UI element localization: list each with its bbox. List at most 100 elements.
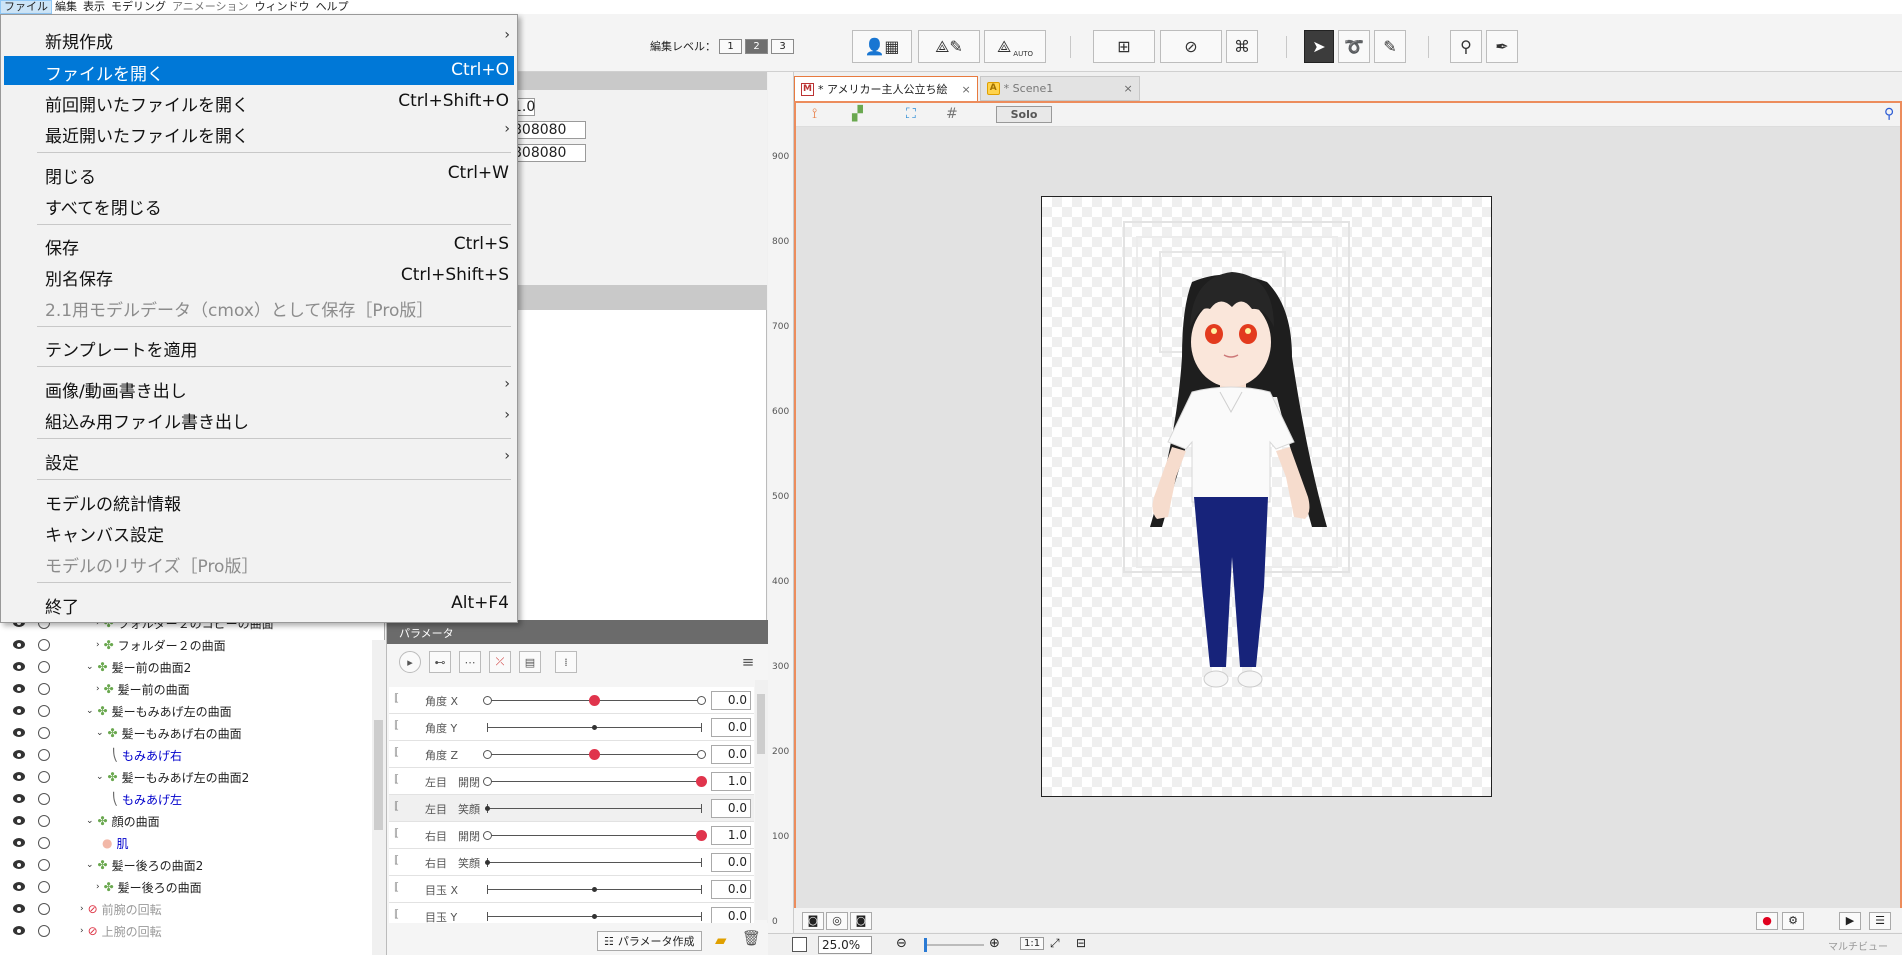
parameter-slider-thumb[interactable] xyxy=(696,776,707,787)
lock-toggle-icon[interactable] xyxy=(38,903,50,915)
tree-scrollbar[interactable] xyxy=(372,640,385,955)
lock-toggle-icon[interactable] xyxy=(38,749,50,761)
key-link-icon[interactable]: ⟦ xyxy=(394,747,399,758)
key-link-icon[interactable]: ⟦ xyxy=(394,801,399,812)
lock-toggle-icon[interactable] xyxy=(38,859,50,871)
inspector-color-field-1[interactable]: 808080 xyxy=(510,121,586,139)
lock-toggle-icon[interactable] xyxy=(38,639,50,651)
menu-item-close[interactable]: 閉じる Ctrl+W xyxy=(4,159,514,188)
menu-item-save-as[interactable]: 別名保存 Ctrl+Shift+S xyxy=(4,261,514,290)
fit-icon[interactable]: ⤢ xyxy=(1050,936,1060,951)
key-point[interactable] xyxy=(483,696,492,705)
parameter-slider-track[interactable] xyxy=(487,862,701,863)
tree-row[interactable]: ⌄ ✤ 髪ー後ろの曲面2 xyxy=(0,854,384,876)
mesh-edit-button[interactable]: ⟁✎ xyxy=(918,30,980,63)
tree-row[interactable]: ⌄ ✤ 髪ー前の曲面2 xyxy=(0,656,384,678)
deformer-path-icon[interactable]: ⟟ xyxy=(812,106,817,122)
deformer-button[interactable]: 👤 ▦ xyxy=(852,30,912,63)
blend-icon[interactable]: ⁞ xyxy=(555,651,577,673)
list-icon[interactable]: ☰ xyxy=(1869,912,1891,930)
eye-icon[interactable] xyxy=(13,728,25,737)
lock-toggle-icon[interactable] xyxy=(38,793,50,805)
menu-file[interactable]: ファイル xyxy=(0,0,52,14)
expand-toggle-icon[interactable]: ⌄ xyxy=(86,706,94,716)
eye-icon[interactable] xyxy=(13,640,25,649)
menu-help[interactable]: ヘルプ xyxy=(313,0,352,14)
camera-record-icon[interactable]: ◎ xyxy=(826,912,848,930)
menu-item-apply-template[interactable]: テンプレートを適用 xyxy=(4,332,514,361)
expand-toggle-icon[interactable]: › xyxy=(80,926,84,936)
edit-level-3-button[interactable]: 3 xyxy=(771,38,794,54)
parameter-slider-thumb[interactable] xyxy=(592,914,597,919)
menu-item-canvas-settings[interactable]: キャンバス設定 xyxy=(4,517,514,546)
key-link-icon[interactable]: ⟦ xyxy=(394,774,399,785)
parameter-row[interactable]: ⟦ 角度 Y 0.0 xyxy=(389,714,754,741)
menu-edit[interactable]: 編集 xyxy=(52,0,80,14)
zoom-slider[interactable] xyxy=(924,944,984,946)
inspector-color-field-2[interactable]: 808080 xyxy=(510,144,586,162)
close-icon[interactable]: × xyxy=(1123,82,1132,95)
menu-animation[interactable]: アニメーション xyxy=(169,0,252,14)
lock-toggle-icon[interactable] xyxy=(38,727,50,739)
expand-toggle-icon[interactable]: ⌄ xyxy=(96,728,104,738)
parameter-slider-thumb[interactable] xyxy=(592,887,597,892)
warp-grid-button[interactable]: ⊞ xyxy=(1093,30,1155,63)
parameter-row[interactable]: ⟦ 角度 Z 0.0 xyxy=(389,741,754,768)
parameter-value-input[interactable]: 0.0 xyxy=(711,691,751,710)
eye-icon[interactable] xyxy=(13,860,25,869)
zoom-in-icon[interactable]: ⊕ xyxy=(989,936,1000,951)
split-view-icon[interactable]: ⊟ xyxy=(1076,936,1086,950)
tree-row[interactable]: ● 肌 xyxy=(0,832,384,854)
parameter-row[interactable]: ⟦ 目玉 X 0.0 xyxy=(389,876,754,903)
menu-item-open-previous[interactable]: 前回開いたファイルを開く Ctrl+Shift+O xyxy=(4,87,514,116)
delete-key-icon[interactable]: ⤫ xyxy=(489,651,511,673)
key-link-icon[interactable]: ⟦ xyxy=(394,828,399,839)
search-icon[interactable]: ⚲ xyxy=(1884,106,1894,122)
lock-toggle-icon[interactable] xyxy=(38,815,50,827)
tree-scrollbar-thumb[interactable] xyxy=(374,720,383,830)
parameter-row[interactable]: ⟦ 左目 開閉 1.0 xyxy=(389,768,754,795)
parameter-row[interactable]: ⟦ 左目 笑顔 0.0 xyxy=(389,795,754,822)
lock-toggle-icon[interactable] xyxy=(38,771,50,783)
expand-toggle-icon[interactable]: ⌄ xyxy=(86,662,94,672)
eye-icon[interactable] xyxy=(13,838,25,847)
eye-icon[interactable] xyxy=(13,684,25,693)
parameter-value-input[interactable]: 0.0 xyxy=(711,799,751,818)
tree-row[interactable]: ⌄ ✤ 顔の曲面 xyxy=(0,810,384,832)
key-point[interactable] xyxy=(483,831,492,840)
key-link-icon[interactable]: ⟦ xyxy=(394,855,399,866)
expand-toggle-icon[interactable]: › xyxy=(96,684,100,694)
parameter-row[interactable]: ⟦ 右目 開閉 1.0 xyxy=(389,822,754,849)
eye-icon[interactable] xyxy=(13,816,25,825)
tree-row[interactable]: ⎝ もみあげ左 xyxy=(0,788,384,810)
key-point[interactable] xyxy=(697,750,706,759)
tree-row[interactable]: › ✤ フォルダー２の曲面 xyxy=(0,634,384,656)
menu-item-export-media[interactable]: 画像/動画書き出し › xyxy=(4,373,514,402)
actual-size-button[interactable]: 1:1 xyxy=(1020,937,1045,950)
tree-row[interactable]: ⎝ もみあげ右 xyxy=(0,744,384,766)
lasso-tool-button[interactable]: ➰ xyxy=(1338,30,1370,63)
edit-level-2-button[interactable]: 2 xyxy=(745,38,768,54)
parts-visibility-icon[interactable]: ▞ xyxy=(852,106,863,122)
parameter-slider-track[interactable] xyxy=(487,808,701,809)
play-circle-icon[interactable]: ▸ xyxy=(399,651,421,673)
pen-tool-button[interactable]: ✒ xyxy=(1486,30,1518,63)
tree-row[interactable]: › ✤ 髪ー前の曲面 xyxy=(0,678,384,700)
menu-item-export-embed[interactable]: 組込み用ファイル書き出し › xyxy=(4,404,514,433)
solo-button[interactable]: Solo xyxy=(996,106,1052,123)
expand-toggle-icon[interactable]: ⌄ xyxy=(86,816,94,826)
create-parameter-button[interactable]: ☷ パラメータ作成 xyxy=(597,931,702,951)
menu-item-new[interactable]: 新規作成 › xyxy=(4,24,514,53)
eye-icon[interactable] xyxy=(13,882,25,891)
edit-level-1-button[interactable]: 1 xyxy=(719,38,742,54)
add-key-icon[interactable]: ⊷ xyxy=(429,651,451,673)
brush-tool-button[interactable]: ✎ xyxy=(1374,30,1406,63)
expand-toggle-icon[interactable]: › xyxy=(96,640,100,650)
parameter-value-input[interactable]: 0.0 xyxy=(711,853,751,872)
expand-toggle-icon[interactable]: › xyxy=(80,904,84,914)
key-grid-icon[interactable]: ▤ xyxy=(519,651,541,673)
parameter-slider-thumb[interactable] xyxy=(592,725,597,730)
parameter-scrollbar-thumb[interactable] xyxy=(757,694,765,754)
menu-item-open[interactable]: ファイルを開く Ctrl+O xyxy=(4,56,514,85)
tree-row[interactable]: › ⊘ 前腕の回転 xyxy=(0,898,384,920)
